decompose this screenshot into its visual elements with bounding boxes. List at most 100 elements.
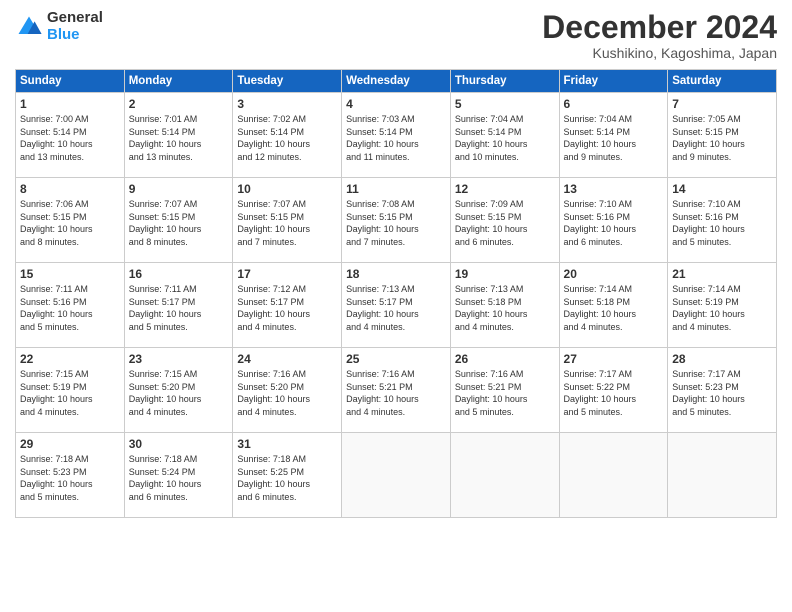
calendar-cell: 23Sunrise: 7:15 AM Sunset: 5:20 PM Dayli… — [124, 348, 233, 433]
header-monday: Monday — [124, 70, 233, 93]
month-title: December 2024 — [542, 10, 777, 45]
calendar-cell: 13 Sunrise: 7:10 AM Sunset: 5:16 PM Dayli… — [559, 178, 668, 263]
header-thursday: Thursday — [450, 70, 559, 93]
header: General Blue December 2024 Kushikino, Ka… — [15, 10, 777, 61]
day-number: 11 — [346, 182, 446, 196]
day-number: 26 — [455, 352, 555, 366]
day-info: Sunrise: 7:11 AM Sunset: 5:16 PM Dayligh… — [20, 283, 120, 333]
calendar-cell: 22 Sunrise: 7:15 AM Sunset: 5:19 PM Dayli… — [16, 348, 125, 433]
calendar-cell — [342, 433, 451, 518]
day-number: 19 — [455, 267, 555, 281]
day-info: Sunrise: 7:17 AM Sunset: 5:22 PM Dayligh… — [564, 368, 664, 418]
day-info: Sunrise: 7:02 AM Sunset: 5:14 PM Dayligh… — [237, 113, 337, 163]
day-number: 20 — [564, 267, 664, 281]
day-info: Sunrise: 7:04 AM Sunset: 5:14 PM Dayligh… — [564, 113, 664, 163]
day-info: Sunrise: 7:13 AM Sunset: 5:18 PM Dayligh… — [455, 283, 555, 333]
day-info: Sunrise: 7:15 AM Sunset: 5:19 PM Dayligh… — [20, 368, 120, 418]
calendar-cell: 16Sunrise: 7:11 AM Sunset: 5:17 PM Dayli… — [124, 263, 233, 348]
header-friday: Friday — [559, 70, 668, 93]
day-info: Sunrise: 7:01 AM Sunset: 5:14 PM Dayligh… — [129, 113, 229, 163]
calendar-cell: 31 Sunrise: 7:18 AM Sunset: 5:25 PM Dayli… — [233, 433, 342, 518]
calendar-week-4: 29 Sunrise: 7:18 AM Sunset: 5:23 PM Dayli… — [16, 433, 777, 518]
day-number: 12 — [455, 182, 555, 196]
day-number: 24 — [237, 352, 337, 366]
calendar-cell — [450, 433, 559, 518]
day-info: Sunrise: 7:16 AM Sunset: 5:20 PM Dayligh… — [237, 368, 337, 418]
calendar-cell: 29 Sunrise: 7:18 AM Sunset: 5:23 PM Dayli… — [16, 433, 125, 518]
calendar-week-2: 15 Sunrise: 7:11 AM Sunset: 5:16 PM Dayli… — [16, 263, 777, 348]
calendar-cell: 6Sunrise: 7:04 AM Sunset: 5:14 PM Daylig… — [559, 93, 668, 178]
day-number: 31 — [237, 437, 337, 451]
calendar-cell: 18 Sunrise: 7:13 AM Sunset: 5:17 PM Dayli… — [342, 263, 451, 348]
day-number: 16 — [129, 267, 229, 281]
day-info: Sunrise: 7:16 AM Sunset: 5:21 PM Dayligh… — [346, 368, 446, 418]
day-number: 30 — [129, 437, 229, 451]
calendar-cell: 1 Sunrise: 7:00 AM Sunset: 5:14 PM Daylig… — [16, 93, 125, 178]
calendar-cell: 10 Sunrise: 7:07 AM Sunset: 5:15 PM Dayli… — [233, 178, 342, 263]
day-number: 2 — [129, 97, 229, 111]
calendar-cell: 14 Sunrise: 7:10 AM Sunset: 5:16 PM Dayli… — [668, 178, 777, 263]
day-number: 18 — [346, 267, 446, 281]
day-info: Sunrise: 7:18 AM Sunset: 5:24 PM Dayligh… — [129, 453, 229, 503]
logo: General Blue — [15, 10, 103, 43]
calendar-cell: 11 Sunrise: 7:08 AM Sunset: 5:15 PM Dayli… — [342, 178, 451, 263]
day-number: 28 — [672, 352, 772, 366]
calendar-cell: 19 Sunrise: 7:13 AM Sunset: 5:18 PM Dayli… — [450, 263, 559, 348]
day-number: 23 — [129, 352, 229, 366]
day-number: 3 — [237, 97, 337, 111]
page-container: General Blue December 2024 Kushikino, Ka… — [0, 0, 792, 528]
weekday-header-row: Sunday Monday Tuesday Wednesday Thursday… — [16, 70, 777, 93]
calendar-cell: 2 Sunrise: 7:01 AM Sunset: 5:14 PM Daylig… — [124, 93, 233, 178]
day-info: Sunrise: 7:10 AM Sunset: 5:16 PM Dayligh… — [564, 198, 664, 248]
day-number: 13 — [564, 182, 664, 196]
calendar-cell: 21 Sunrise: 7:14 AM Sunset: 5:19 PM Dayli… — [668, 263, 777, 348]
calendar-cell: 26 Sunrise: 7:16 AM Sunset: 5:21 PM Dayli… — [450, 348, 559, 433]
day-info: Sunrise: 7:18 AM Sunset: 5:25 PM Dayligh… — [237, 453, 337, 503]
calendar-cell: 30 Sunrise: 7:18 AM Sunset: 5:24 PM Dayli… — [124, 433, 233, 518]
calendar-cell: 15 Sunrise: 7:11 AM Sunset: 5:16 PM Dayli… — [16, 263, 125, 348]
day-number: 21 — [672, 267, 772, 281]
day-number: 9 — [129, 182, 229, 196]
calendar-week-1: 8Sunrise: 7:06 AM Sunset: 5:15 PM Daylig… — [16, 178, 777, 263]
logo-text: General Blue — [47, 10, 103, 43]
calendar-cell: 17Sunrise: 7:12 AM Sunset: 5:17 PM Dayli… — [233, 263, 342, 348]
day-info: Sunrise: 7:05 AM Sunset: 5:15 PM Dayligh… — [672, 113, 772, 163]
day-number: 1 — [20, 97, 120, 111]
header-saturday: Saturday — [668, 70, 777, 93]
day-number: 10 — [237, 182, 337, 196]
day-number: 29 — [20, 437, 120, 451]
day-number: 5 — [455, 97, 555, 111]
day-number: 7 — [672, 97, 772, 111]
header-sunday: Sunday — [16, 70, 125, 93]
day-info: Sunrise: 7:16 AM Sunset: 5:21 PM Dayligh… — [455, 368, 555, 418]
calendar-cell: 27 Sunrise: 7:17 AM Sunset: 5:22 PM Dayli… — [559, 348, 668, 433]
header-wednesday: Wednesday — [342, 70, 451, 93]
day-info: Sunrise: 7:18 AM Sunset: 5:23 PM Dayligh… — [20, 453, 120, 503]
title-area: December 2024 Kushikino, Kagoshima, Japa… — [542, 10, 777, 61]
day-info: Sunrise: 7:12 AM Sunset: 5:17 PM Dayligh… — [237, 283, 337, 333]
day-info: Sunrise: 7:13 AM Sunset: 5:17 PM Dayligh… — [346, 283, 446, 333]
header-tuesday: Tuesday — [233, 70, 342, 93]
calendar-cell: 28Sunrise: 7:17 AM Sunset: 5:23 PM Dayli… — [668, 348, 777, 433]
day-number: 27 — [564, 352, 664, 366]
calendar-cell: 8Sunrise: 7:06 AM Sunset: 5:15 PM Daylig… — [16, 178, 125, 263]
day-info: Sunrise: 7:09 AM Sunset: 5:15 PM Dayligh… — [455, 198, 555, 248]
day-number: 14 — [672, 182, 772, 196]
calendar-cell: 7 Sunrise: 7:05 AM Sunset: 5:15 PM Daylig… — [668, 93, 777, 178]
location: Kushikino, Kagoshima, Japan — [542, 45, 777, 61]
day-number: 15 — [20, 267, 120, 281]
day-number: 25 — [346, 352, 446, 366]
day-info: Sunrise: 7:03 AM Sunset: 5:14 PM Dayligh… — [346, 113, 446, 163]
day-info: Sunrise: 7:08 AM Sunset: 5:15 PM Dayligh… — [346, 198, 446, 248]
day-info: Sunrise: 7:07 AM Sunset: 5:15 PM Dayligh… — [237, 198, 337, 248]
day-number: 8 — [20, 182, 120, 196]
calendar-week-3: 22 Sunrise: 7:15 AM Sunset: 5:19 PM Dayli… — [16, 348, 777, 433]
day-info: Sunrise: 7:00 AM Sunset: 5:14 PM Dayligh… — [20, 113, 120, 163]
calendar-cell — [559, 433, 668, 518]
calendar-cell: 25 Sunrise: 7:16 AM Sunset: 5:21 PM Dayli… — [342, 348, 451, 433]
day-number: 22 — [20, 352, 120, 366]
calendar-cell: 20Sunrise: 7:14 AM Sunset: 5:18 PM Dayli… — [559, 263, 668, 348]
day-info: Sunrise: 7:14 AM Sunset: 5:19 PM Dayligh… — [672, 283, 772, 333]
logo-icon — [15, 13, 43, 41]
day-info: Sunrise: 7:10 AM Sunset: 5:16 PM Dayligh… — [672, 198, 772, 248]
